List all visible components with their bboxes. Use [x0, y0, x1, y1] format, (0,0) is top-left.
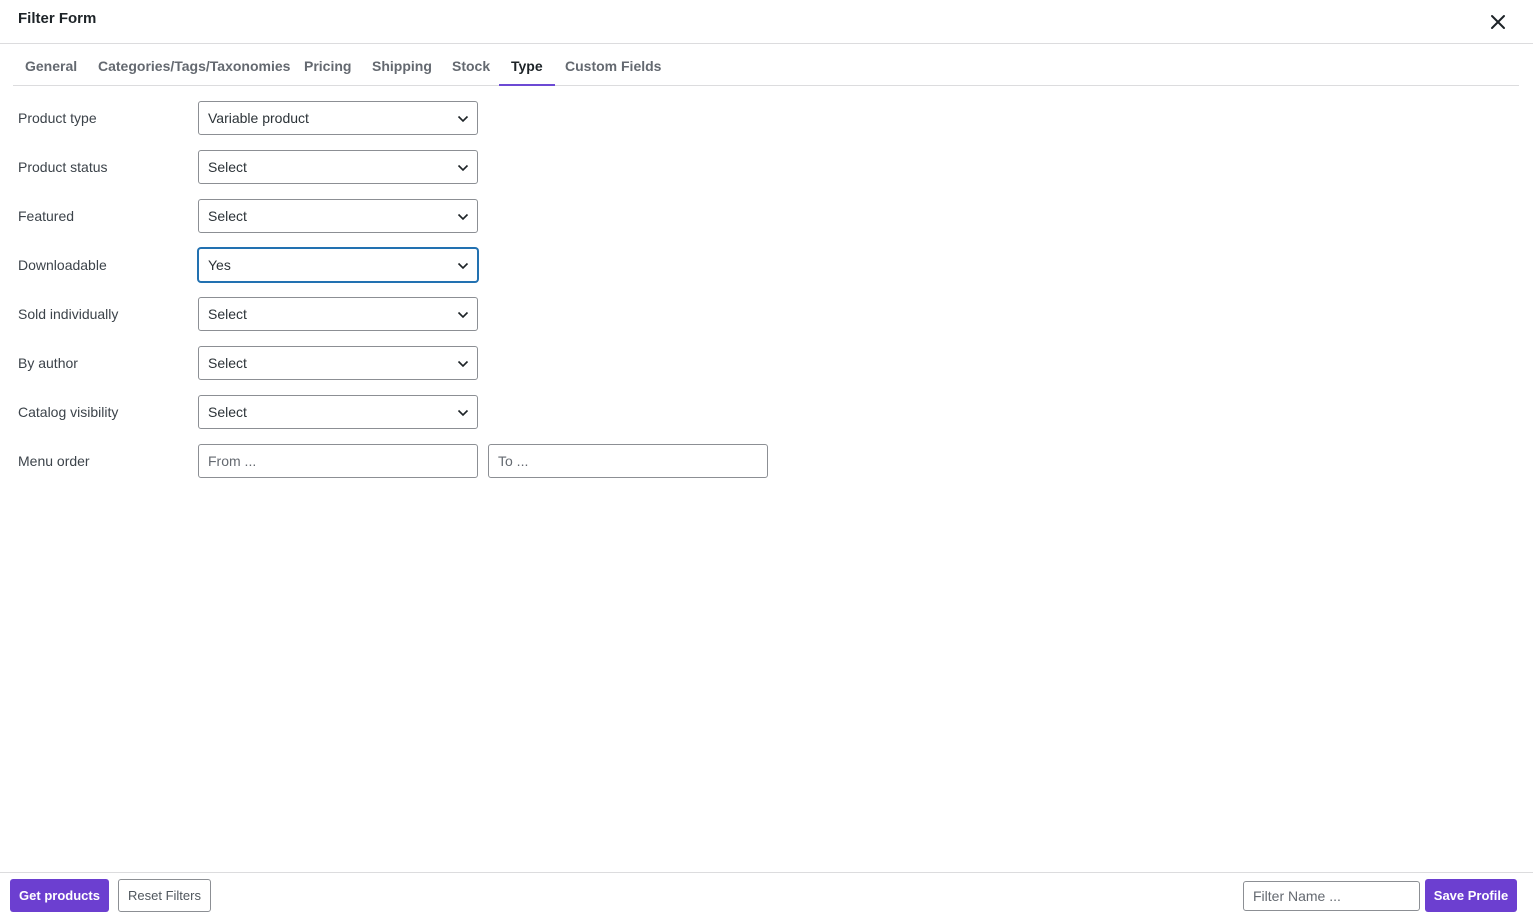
sold-individually-row: Sold individually Select — [0, 297, 800, 331]
chevron-down-icon — [457, 360, 469, 368]
chevron-down-icon — [457, 262, 469, 270]
downloadable-label: Downloadable — [18, 257, 107, 273]
tab-type[interactable]: Type — [499, 44, 555, 86]
tab-general[interactable]: General — [13, 44, 89, 86]
tab-custom-fields[interactable]: Custom Fields — [553, 44, 673, 86]
catalog-visibility-row: Catalog visibility Select — [0, 395, 800, 429]
sold-individually-select[interactable]: Select — [198, 297, 478, 331]
menu-order-row: Menu order — [0, 444, 800, 478]
product-type-select[interactable]: Variable product — [198, 101, 478, 135]
by-author-value: Select — [208, 355, 247, 371]
reset-filters-button[interactable]: Reset Filters — [118, 879, 211, 912]
featured-value: Select — [208, 208, 247, 224]
featured-row: Featured Select — [0, 199, 800, 233]
chevron-down-icon — [457, 409, 469, 417]
sold-individually-value: Select — [208, 306, 247, 322]
catalog-visibility-value: Select — [208, 404, 247, 420]
chevron-down-icon — [457, 311, 469, 319]
featured-label: Featured — [18, 208, 75, 224]
catalog-visibility-label: Catalog visibility — [18, 404, 119, 420]
tab-shipping[interactable]: Shipping — [360, 44, 444, 86]
tab-bar: General Categories/Tags/Taxonomies Prici… — [13, 44, 1519, 86]
close-button[interactable] — [1486, 10, 1510, 34]
featured-select[interactable]: Select — [198, 199, 478, 233]
by-author-row: By author Select — [0, 346, 800, 380]
menu-order-label: Menu order — [18, 453, 90, 469]
menu-order-to-input[interactable] — [488, 444, 768, 478]
product-type-row: Product type Variable product — [0, 101, 800, 135]
downloadable-row: Downloadable Yes — [0, 248, 800, 282]
product-type-label: Product type — [18, 110, 97, 126]
menu-order-from-input[interactable] — [198, 444, 478, 478]
close-icon — [1491, 15, 1505, 29]
dialog-header: Filter Form — [0, 0, 1533, 44]
tab-stock[interactable]: Stock — [440, 44, 502, 86]
downloadable-value: Yes — [208, 257, 231, 273]
save-profile-button[interactable]: Save Profile — [1425, 879, 1517, 912]
product-type-value: Variable product — [208, 110, 309, 126]
downloadable-select[interactable]: Yes — [198, 248, 478, 282]
catalog-visibility-select[interactable]: Select — [198, 395, 478, 429]
filter-name-input[interactable] — [1243, 881, 1420, 911]
tab-categories-tags-taxonomies[interactable]: Categories/Tags/Taxonomies — [86, 44, 302, 86]
product-status-label: Product status — [18, 159, 108, 175]
dialog-title: Filter Form — [18, 10, 97, 27]
product-status-select[interactable]: Select — [198, 150, 478, 184]
product-status-value: Select — [208, 159, 247, 175]
dialog-footer: Get products Reset Filters Save Profile — [0, 872, 1533, 917]
chevron-down-icon — [457, 164, 469, 172]
product-status-row: Product status Select — [0, 150, 800, 184]
get-products-button[interactable]: Get products — [10, 879, 109, 912]
chevron-down-icon — [457, 213, 469, 221]
sold-individually-label: Sold individually — [18, 306, 119, 322]
tab-pricing[interactable]: Pricing — [292, 44, 363, 86]
by-author-label: By author — [18, 355, 78, 371]
by-author-select[interactable]: Select — [198, 346, 478, 380]
chevron-down-icon — [457, 115, 469, 123]
